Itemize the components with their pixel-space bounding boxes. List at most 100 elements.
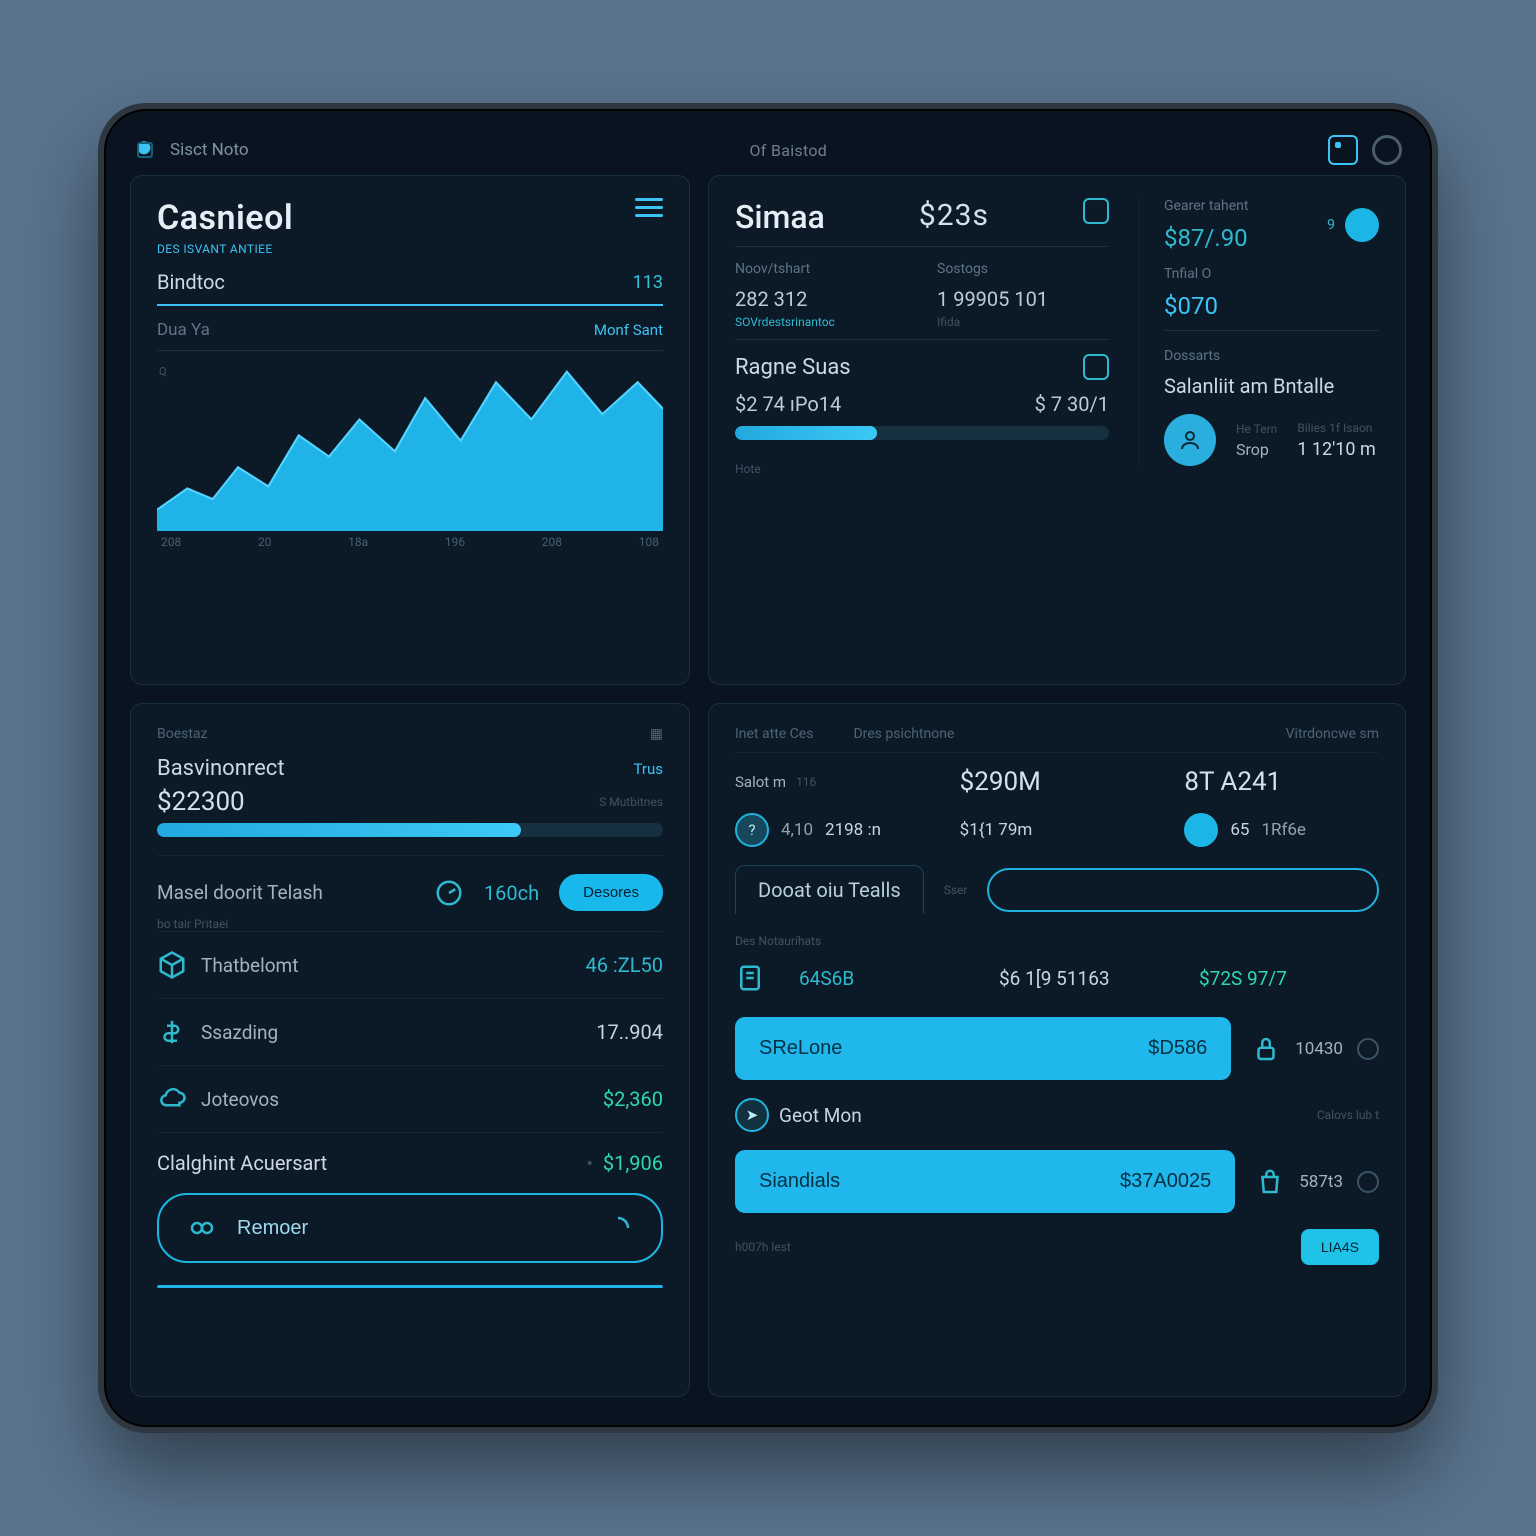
grid-icon[interactable]: ▦ — [650, 726, 663, 742]
range-sub: Hote — [735, 462, 761, 476]
account-value: $1,906 — [603, 1151, 663, 1175]
list-value: $2,360 — [603, 1087, 663, 1111]
row-geo-side: Calovs lub t — [1317, 1108, 1379, 1122]
brand-title: Casnieol — [157, 198, 293, 238]
panel-details: Inet atte Ces Dres psichtnone Vitrdoncwe… — [708, 703, 1406, 1397]
cell-3-label: Gearer tahent — [1164, 198, 1248, 214]
list-value: 46 :ZL50 — [585, 953, 663, 977]
tab-item[interactable]: Dres psichtnone — [853, 726, 954, 742]
chip-row[interactable]: ?4,102198 :n — [735, 813, 930, 847]
p2-value: 1 12'10 m — [1297, 439, 1375, 460]
avatar-small-icon[interactable] — [1345, 208, 1379, 242]
panel-summary: Simaa $23s Noov/tshart 282 312 SOVrdests… — [708, 175, 1406, 685]
doc-icon — [735, 963, 765, 993]
power-icon[interactable] — [1372, 135, 1402, 165]
section-value: 160ch — [484, 881, 539, 905]
cell-3-value: $87/.90 — [1164, 224, 1248, 252]
app-logo-icon — [134, 139, 156, 161]
refresh-icon[interactable] — [1083, 354, 1109, 380]
spark-icon[interactable] — [1083, 198, 1109, 224]
row1-value: 113 — [633, 272, 663, 293]
bag-icon — [1255, 1167, 1285, 1197]
dollar-icon — [157, 1017, 187, 1047]
search-pill[interactable] — [987, 868, 1379, 912]
list-item[interactable]: Ssazding 17..904 — [157, 998, 663, 1065]
profile-name: Salanliit am Bntalle — [1164, 374, 1379, 398]
row2-value: Monf Sant — [594, 321, 663, 339]
menu-icon[interactable] — [635, 198, 663, 217]
detail-tabs: Inet atte Ces Dres psichtnone Vitrdoncwe… — [735, 726, 1379, 753]
section-label: Masel doorit Telash — [157, 881, 323, 904]
radio-icon[interactable] — [1357, 1038, 1379, 1060]
p1-label: He Tern — [1236, 422, 1277, 436]
dot-icon[interactable] — [1184, 813, 1218, 847]
cell-2-label: Sostogs — [937, 261, 1109, 277]
primary-cta-button[interactable]: Remoer — [157, 1193, 663, 1263]
metric-tab[interactable]: Trus — [634, 760, 664, 778]
metric-value: $22300 — [157, 787, 245, 817]
active-tab[interactable]: Dooat oiu Tealls — [735, 865, 924, 914]
side-value-2: 587t3 — [1255, 1167, 1379, 1197]
list-header: Des Notauríhats — [735, 934, 821, 948]
gauge-icon — [434, 878, 464, 908]
tab-side-label: Sser — [944, 883, 968, 897]
stat-value: $290M — [960, 767, 1155, 797]
list-item[interactable]: Thatbelomt 46 :ZL50 — [157, 931, 663, 998]
list-item[interactable]: Joteovos $2,360 — [157, 1065, 663, 1132]
lock-icon — [1251, 1034, 1281, 1064]
p1-value: Srop — [1236, 440, 1277, 459]
chevron-icon — [603, 1213, 633, 1243]
accounts-hdr: Boestaz — [157, 726, 208, 742]
help-icon[interactable]: ? — [735, 813, 769, 847]
chip-row[interactable]: 651Rf6e — [1184, 813, 1379, 847]
action-button-1[interactable]: SReLone $D586 — [735, 1017, 1231, 1080]
footer-label: h007h lest — [735, 1240, 791, 1254]
status-bar: Sisct Noto Of Baistod — [130, 131, 1406, 175]
data-row[interactable]: 64S6B $6 1[9 51163 $72S 97/7 — [735, 949, 1379, 1007]
section-button[interactable]: Desores — [559, 874, 663, 911]
side-value-1: 10430 — [1251, 1034, 1379, 1064]
area-chart: Q — [157, 361, 663, 531]
radio-icon[interactable] — [1357, 1171, 1379, 1193]
tab-item[interactable]: Inet atte Ces — [735, 726, 813, 742]
range-label: Ragne Suas — [735, 355, 851, 380]
chart-x-axis: 208 20 18a 196 208 108 — [157, 531, 663, 549]
p2-label: Bilies 1f Isaon — [1297, 421, 1375, 435]
account-label: Clalghint Acuersart — [157, 1151, 327, 1175]
panel-accounts: Boestaz ▦ Basvinonrect Trus $22300 S Mut… — [130, 703, 690, 1397]
tablet-frame: Sisct Noto Of Baistod Casnieol DES ISVAN… — [98, 103, 1438, 1433]
brand-subtitle: DES ISVANT ANTIEE — [157, 242, 293, 256]
avatar-icon[interactable] — [1164, 414, 1216, 466]
status-left-text: Sisct Noto — [170, 140, 249, 160]
metric-progress — [157, 823, 663, 837]
deposits-label: Dossarts — [1164, 348, 1220, 364]
stat-value: 8T A241 — [1184, 767, 1379, 797]
cell-4-value: $070 — [1164, 292, 1379, 320]
chip-row: $1{1 79m — [960, 813, 1155, 847]
row1-label: Bindtoc — [157, 270, 225, 294]
cell-1-value: 282 312 — [735, 287, 907, 311]
overview-row-2[interactable]: Dua Ya Monf Sant — [157, 306, 663, 351]
arrow-icon: ➤ — [735, 1098, 769, 1132]
range-value-r: $ 7 30/1 — [1035, 392, 1109, 416]
window-icon[interactable] — [1328, 135, 1358, 165]
footer-button[interactable]: LIA4S — [1301, 1229, 1379, 1265]
row2-label: Dua Ya — [157, 320, 210, 340]
chart-y-marker: Q — [159, 365, 167, 378]
metric-note: S Mutbitnes — [599, 795, 663, 809]
row-geo[interactable]: ➤ Geot Mon — [735, 1098, 1297, 1132]
stat-label: Salot m — [735, 773, 786, 791]
account-row[interactable]: Clalghint Acuersart •$1,906 — [157, 1132, 663, 1193]
tab-item[interactable]: Vitrdoncwe sm — [1286, 726, 1379, 742]
cell-1-sub: SOVrdestsrinantoc — [735, 315, 907, 329]
metric-label: Basvinonrect — [157, 756, 285, 781]
overview-row-1[interactable]: Bindtoc 113 — [157, 256, 663, 306]
cell-2-value: 1 99905 101 — [937, 287, 1109, 311]
cell-4-label: Tnfial O — [1164, 266, 1379, 282]
summary-amount: $23s — [919, 198, 989, 233]
action-button-2[interactable]: Siandials $37A0025 — [735, 1150, 1235, 1213]
panel-overview: Casnieol DES ISVANT ANTIEE Bindtoc 113 D… — [130, 175, 690, 685]
section-sub: bo tair Pritaei — [157, 917, 663, 931]
range-value-l: $2 74 ıPo14 — [735, 392, 841, 416]
cell-1-label: Noov/tshart — [735, 261, 907, 277]
